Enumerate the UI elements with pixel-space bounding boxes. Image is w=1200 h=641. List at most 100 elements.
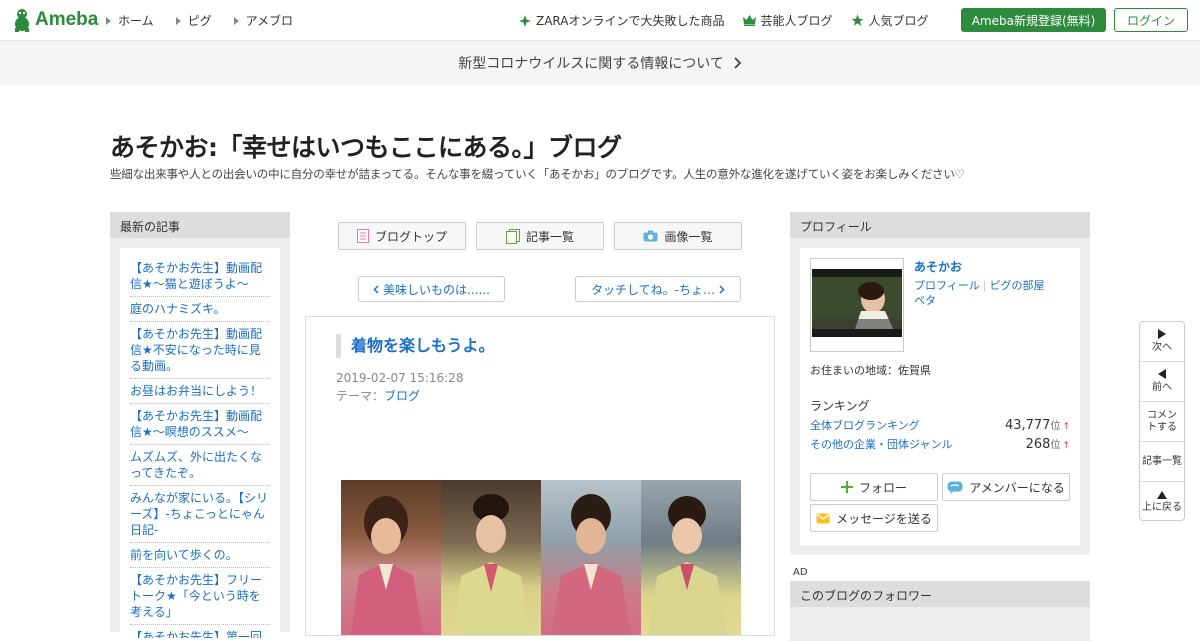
nav-home[interactable]: ホーム [106, 12, 154, 29]
list-item[interactable]: 庭のハナミズキ。 [130, 297, 270, 322]
ranking-row: 全体ブログランキング 43,777位 ↑ [810, 417, 1070, 433]
list-item[interactable]: 前を向いて歩くの。 [130, 543, 270, 568]
followers-heading: このブログのフォロワー [790, 581, 1090, 607]
sparkle-icon [519, 14, 531, 27]
prev-article-link[interactable]: 美味しいものは...... [358, 276, 505, 302]
profile-panel: プロフィール あそかお プロフィール | ピグの部屋 ペタ お住まいの地域：佐賀県 … [790, 212, 1090, 555]
banner-text: 新型コロナウイルスに関する情報について [458, 56, 724, 72]
ranking-link-genre[interactable]: その他の企業・団体ジャンル [810, 436, 952, 452]
comment-label: コメントする [1147, 409, 1177, 433]
envelope-icon [816, 513, 830, 523]
ad-label: AD [793, 567, 808, 578]
arrow-up-icon [1157, 490, 1167, 499]
nav-label: ホーム [118, 14, 154, 28]
list-item[interactable]: 【あそかお先生】フリートーク★「今という時を考える」 [130, 568, 270, 625]
article-photo-collage[interactable] [341, 480, 741, 635]
ranking-value: 43,777位 ↑ [1005, 417, 1070, 433]
prev-label: 前へ [1152, 382, 1172, 393]
follow-button[interactable]: フォロー [810, 473, 938, 501]
nav-label: ピグ [187, 14, 212, 28]
tab-image-list[interactable]: 画像一覧 [614, 222, 742, 250]
article-list-button[interactable]: 記事一覧 [1140, 442, 1184, 482]
trend-link-celebrity[interactable]: 芸能人ブログ [742, 12, 833, 29]
kimono-photo [341, 480, 441, 635]
portrait-illustration [551, 494, 631, 635]
amember-label: アメンバーになる [969, 480, 1065, 495]
chevron-right-icon [719, 284, 725, 294]
trend-label: ZARAオンラインで大失敗した商品 [536, 14, 725, 28]
blog-tabs: ブログトップ 記事一覧 画像一覧 [338, 222, 742, 250]
recent-articles-panel: 最新の記事 【あそかお先生】動画配信★〜猫と遊ぼうよ〜 庭のハナミズキ。 【あそ… [110, 212, 290, 638]
ameba-mascot-icon [15, 9, 29, 32]
trend-label: 人気ブログ [868, 14, 929, 28]
list-item[interactable]: みんなが家にいる。【シリーズ】-ちょこっとにゃん日記- [130, 486, 270, 543]
back-to-top-button[interactable]: 上に戻る [1140, 482, 1184, 522]
next-article-button[interactable]: 次へ [1140, 322, 1184, 362]
list-item[interactable]: 【あそかお先生】動画配信★〜猫と遊ぼうよ〜 [130, 256, 270, 297]
trend-link-popular[interactable]: 人気ブログ [851, 12, 929, 29]
triangle-icon [175, 16, 181, 25]
nav-pigg[interactable]: ピグ [175, 12, 212, 29]
theme-link[interactable]: ブログ [384, 389, 420, 403]
ameba-logo[interactable]: Ameba [12, 8, 98, 32]
next-article-label: タッチしてね。-ちょ… [591, 282, 715, 297]
arrow-up-icon: ↑ [1062, 441, 1070, 451]
trend-link-zara[interactable]: ZARAオンラインで大失敗した商品 [519, 12, 725, 29]
global-nav: ホーム ピグ アメブロ [106, 12, 293, 29]
recent-articles-heading: 最新の記事 [110, 212, 290, 238]
link-separator: | [982, 279, 987, 292]
list-item[interactable]: 【あそかお先生】動画配信★不安になった時に見る動画。 [130, 322, 270, 379]
document-icon [356, 229, 369, 243]
login-button[interactable]: ログイン [1114, 8, 1188, 32]
register-button[interactable]: Ameba新規登録(無料) [961, 8, 1106, 32]
tab-blog-top[interactable]: ブログトップ [338, 222, 466, 250]
blog-description: 些細な出来事や人との出会いの中に自分の幸せが詰まってる。そんな事を綴っていく「あ… [110, 167, 965, 181]
play-left-icon [1158, 369, 1166, 379]
chevron-left-icon [373, 284, 379, 294]
article-list-label: 記事一覧 [1142, 455, 1182, 467]
next-label: 次へ [1152, 342, 1172, 353]
pigg-room-link[interactable]: ピグの部屋 [990, 279, 1045, 292]
follow-label: フォロー [858, 480, 907, 495]
followers-panel: このブログのフォロワー [790, 581, 1090, 641]
blog-title[interactable]: あそかお:「幸せはいつもここにある。」ブログ [110, 128, 622, 164]
portrait-illustration [649, 496, 727, 635]
global-header: Ameba ホーム ピグ アメブロ ZARAオンラインで大失敗した商品 芸能人ブ… [0, 0, 1200, 41]
arrow-up-icon: ↑ [1062, 422, 1070, 432]
avatar-photo [811, 259, 903, 351]
trend-label: 芸能人ブログ [760, 14, 833, 28]
list-item[interactable]: お昼はお弁当にしよう！ [130, 379, 270, 404]
rank-number: 268 [1025, 437, 1051, 452]
profile-residence: お住まいの地域：佐賀県 [810, 364, 931, 377]
floating-side-nav: 次へ 前へ コメントする 記事一覧 上に戻る [1139, 321, 1185, 521]
kimono-photo [441, 480, 541, 635]
tab-label: 画像一覧 [664, 229, 713, 244]
list-item[interactable]: 【あそかお先生】動画配信★〜瞑想のススメ〜 [130, 404, 270, 445]
portrait-illustration [351, 496, 423, 635]
avatar[interactable] [810, 258, 904, 352]
covid-info-banner[interactable]: 新型コロナウイルスに関する情報について [0, 41, 1200, 85]
camera-icon [643, 230, 658, 242]
next-article-link[interactable]: タッチしてね。-ちょ… [575, 276, 741, 302]
list-item[interactable]: 【あそかお先生】第一回目★動画配信中〜あそか [130, 625, 270, 638]
tab-label: ブログトップ [374, 229, 447, 244]
theme-label: テーマ： [336, 389, 385, 403]
prev-article-button[interactable]: 前へ [1140, 362, 1184, 402]
profile-link[interactable]: プロフィール [914, 279, 980, 292]
rank-number: 43,777 [1004, 418, 1051, 433]
triangle-icon [233, 16, 239, 25]
send-message-button[interactable]: メッセージを送る [810, 504, 938, 532]
logo-text: Ameba [35, 9, 99, 30]
crown-icon [742, 15, 756, 26]
ranking-link-overall[interactable]: 全体ブログランキング [810, 417, 920, 433]
list-item[interactable]: ムズムズ、外に出たくなってきたぞ。 [130, 445, 270, 486]
amember-button[interactable]: アメンバーになる [942, 473, 1070, 501]
article-title[interactable]: 着物を楽しもうよ。 [336, 334, 495, 358]
nav-ameblo[interactable]: アメブロ [233, 12, 293, 29]
peta-link[interactable]: ペタ [914, 294, 936, 307]
comment-button[interactable]: コメントする [1140, 402, 1184, 442]
star-icon [851, 14, 863, 26]
profile-name[interactable]: あそかお [914, 258, 962, 275]
portrait-illustration [453, 494, 529, 635]
tab-article-list[interactable]: 記事一覧 [476, 222, 604, 250]
